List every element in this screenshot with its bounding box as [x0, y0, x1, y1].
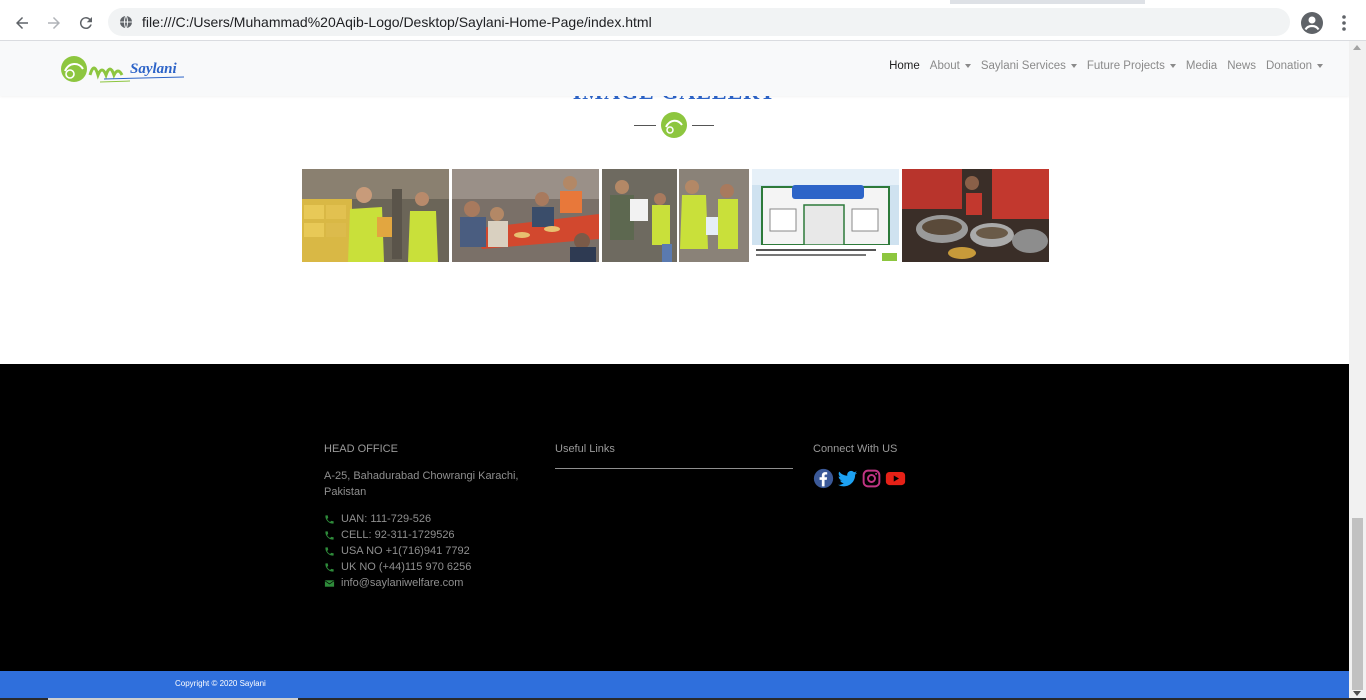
nav-item-news[interactable]: News	[1227, 60, 1256, 72]
globe-icon	[120, 15, 132, 29]
contact-email: info@saylaniwelfare.com	[324, 575, 471, 591]
contact-uan: UAN: 111-729-526	[324, 511, 471, 527]
caret-down-icon	[1317, 64, 1323, 68]
nav-item-saylani-services[interactable]: Saylani Services	[981, 60, 1077, 72]
contact-cell: CELL: 92-311-1729526	[324, 527, 471, 543]
instagram-icon	[862, 469, 881, 488]
reload-icon	[79, 17, 92, 30]
nav-links: Home About Saylani Services Future Proje…	[889, 60, 1323, 72]
nav-item-donation[interactable]: Donation	[1266, 60, 1323, 72]
copyright-text: Copyright © 2020 Saylani	[175, 679, 266, 688]
connect-title: Connect With US	[813, 443, 898, 455]
url-text[interactable]: file:///C:/Users/Muhammad%20Aqib-Logo/De…	[142, 14, 652, 30]
caret-down-icon	[1070, 64, 1077, 68]
envelope-icon	[324, 579, 335, 587]
gallery-image-ration-distribution[interactable]	[602, 169, 749, 262]
scroll-up-arrow-icon[interactable]	[1353, 45, 1361, 50]
saylani-logo-icon: Saylani	[61, 56, 185, 83]
phone-icon	[325, 514, 334, 524]
browser-toolbar: file:///C:/Users/Muhammad%20Aqib-Logo/De…	[0, 4, 1366, 41]
social-links	[813, 468, 906, 489]
divider-line-right	[692, 125, 714, 126]
divider-line-left	[634, 125, 656, 126]
caret-down-icon	[1169, 64, 1176, 68]
youtube-icon	[885, 471, 906, 486]
arrow-right-icon	[48, 17, 60, 29]
contact-list: UAN: 111-729-526 CELL: 92-311-1729526 US…	[324, 511, 471, 591]
image-gallery	[302, 169, 1049, 262]
caret-down-icon	[964, 64, 971, 68]
nav-item-future-projects[interactable]: Future Projects	[1087, 60, 1176, 72]
site-footer: HEAD OFFICE A-25, Bahadurabad Chowrangi …	[0, 364, 1349, 671]
gallery-image-dastarkhwan-meal[interactable]	[452, 169, 599, 262]
saylani-logo[interactable]: Saylani	[60, 53, 188, 85]
page-viewport: IMAGE GALLERY	[0, 41, 1349, 700]
arrow-left-icon	[16, 17, 28, 29]
saylani-emblem-icon	[661, 112, 687, 138]
nav-item-home[interactable]: Home	[889, 60, 920, 72]
facebook-icon	[813, 468, 834, 489]
copyright-bar: Copyright © 2020 Saylani	[0, 671, 1349, 700]
scrollbar-thumb[interactable]	[1352, 518, 1363, 690]
phone-icon	[325, 546, 334, 556]
address-bar[interactable]: file:///C:/Users/Muhammad%20Aqib-Logo/De…	[108, 8, 1290, 36]
youtube-link[interactable]	[885, 468, 906, 489]
gallery-image-cooking-pots[interactable]	[902, 169, 1049, 262]
svg-text:Saylani: Saylani	[130, 61, 178, 77]
head-office-address: A-25, Bahadurabad Chowrangi Karachi, Pak…	[324, 470, 519, 498]
facebook-link[interactable]	[813, 468, 834, 489]
page-scrollbar[interactable]	[1349, 41, 1366, 700]
back-button[interactable]	[10, 11, 34, 35]
heading-divider	[634, 111, 714, 138]
gallery-image-ro-plant-inauguration[interactable]	[752, 169, 899, 262]
nav-item-media[interactable]: Media	[1186, 60, 1217, 72]
phone-icon	[325, 530, 334, 540]
twitter-link[interactable]	[837, 468, 858, 489]
useful-links-title: Useful Links	[555, 443, 615, 455]
instagram-link[interactable]	[861, 468, 882, 489]
phone-icon	[325, 562, 334, 572]
useful-links-divider	[555, 468, 793, 469]
gallery-image-warehouse-volunteers[interactable]	[302, 169, 449, 262]
reload-button[interactable]	[74, 11, 98, 35]
twitter-icon	[837, 470, 858, 487]
head-office-title: HEAD OFFICE	[324, 443, 398, 455]
more-vert-icon	[1342, 15, 1346, 31]
site-navbar: Saylani Home About Saylani Services Futu…	[0, 41, 1349, 96]
scroll-down-arrow-icon[interactable]	[1353, 691, 1361, 696]
browser-menu-button[interactable]	[1336, 11, 1352, 35]
forward-button[interactable]	[42, 11, 66, 35]
contact-uk: UK NO (+44)115 970 6256	[324, 559, 471, 575]
account-circle-icon	[1301, 12, 1323, 34]
profile-button[interactable]	[1300, 11, 1324, 35]
contact-usa: USA NO +1(716)941 7792	[324, 543, 471, 559]
nav-item-about[interactable]: About	[930, 60, 971, 72]
